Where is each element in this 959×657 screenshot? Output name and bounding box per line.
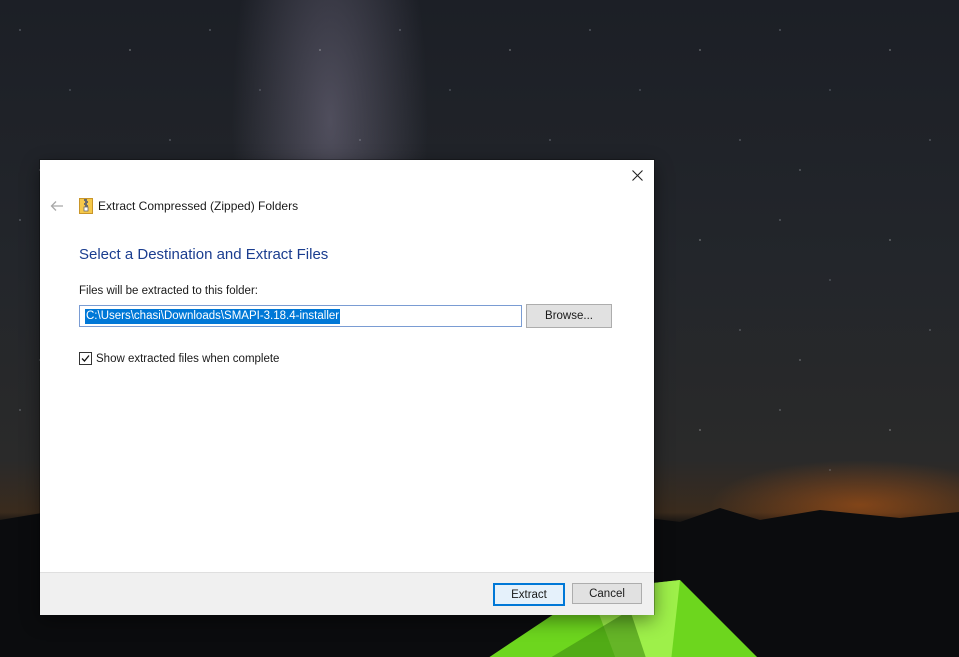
extract-dialog: Extract Compressed (Zipped) Folders Sele… [40, 160, 654, 615]
zip-folder-icon [79, 198, 93, 214]
extract-button[interactable]: Extract [493, 583, 565, 606]
show-files-checkbox[interactable] [79, 352, 92, 365]
dialog-title: Extract Compressed (Zipped) Folders [98, 199, 299, 213]
close-icon [631, 169, 643, 181]
show-files-option[interactable]: Show extracted files when complete [79, 352, 279, 365]
destination-path-input[interactable]: C:\Users\chasi\Downloads\SMAPI-3.18.4-in… [79, 305, 522, 327]
cancel-button[interactable]: Cancel [572, 583, 642, 604]
back-arrow-icon [50, 201, 63, 211]
show-files-label: Show extracted files when complete [96, 352, 280, 365]
page-heading: Select a Destination and Extract Files [79, 246, 329, 263]
browse-button[interactable]: Browse... [526, 304, 612, 328]
dialog-footer: Extract Cancel [40, 572, 654, 615]
close-button[interactable] [620, 160, 654, 190]
back-button[interactable] [48, 197, 66, 215]
destination-path-text: C:\Users\chasi\Downloads\SMAPI-3.18.4-in… [85, 308, 341, 324]
destination-label: Files will be extracted to this folder: [79, 285, 258, 297]
checkmark-icon [81, 355, 90, 362]
dialog-header: Extract Compressed (Zipped) Folders [79, 197, 298, 215]
